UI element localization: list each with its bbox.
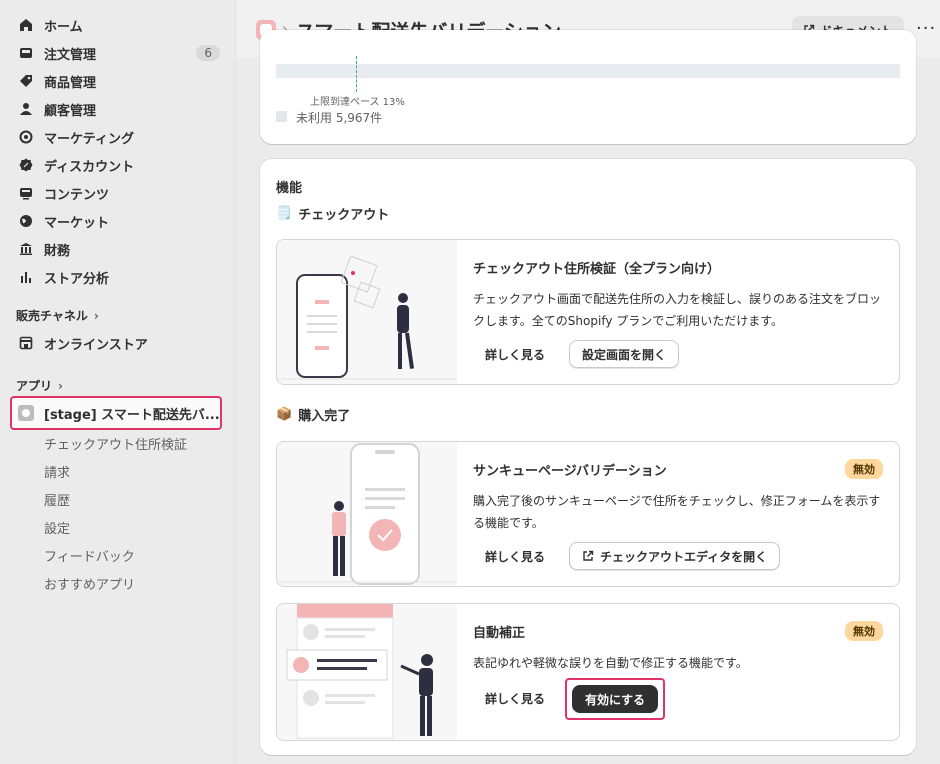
section-label: アプリ — [16, 379, 53, 393]
nav-finance[interactable]: 財務 — [0, 235, 236, 263]
tag-icon — [18, 73, 34, 89]
person-icon — [18, 101, 34, 117]
more-actions-button[interactable]: ··· — [916, 18, 936, 39]
group-title-purchase-complete: 📦 購入完了 — [276, 405, 350, 424]
group-label: 購入完了 — [298, 409, 351, 424]
nav-marketing[interactable]: マーケティング — [0, 123, 236, 151]
feature-title: 自動補正 — [473, 626, 526, 641]
app-label: [stage] スマート配送先バ... — [44, 407, 220, 423]
nav-label: オンラインストア — [44, 337, 148, 353]
learn-more-button[interactable]: 詳しく見る — [485, 548, 545, 565]
nav-label: ストア分析 — [44, 271, 110, 287]
feature-title: サンキューページバリデーション — [473, 464, 667, 479]
nav-label: ディスカウント — [44, 159, 135, 175]
status-badge: 無効 — [845, 621, 883, 641]
nav-online-store[interactable]: オンラインストア — [0, 329, 236, 357]
usage-bar — [276, 64, 900, 78]
package-icon: 📦 — [276, 407, 293, 422]
nav-analytics[interactable]: ストア分析 — [0, 263, 236, 291]
app-sub-history[interactable]: 履歴 — [44, 490, 70, 509]
group-label: チェックアウト — [298, 208, 390, 223]
enable-button[interactable]: 有効にする — [572, 685, 658, 713]
feature-checkout-validation: チェックアウト住所検証（全プラン向け） チェックアウト画面で配送先住所の入力を検… — [276, 239, 900, 385]
nav-label: ホーム — [44, 19, 83, 35]
nav-label: 財務 — [44, 243, 71, 259]
chevron-right-icon: › — [93, 308, 99, 323]
external-link-icon — [583, 550, 594, 561]
feature-description: 表記ゆれや軽微な誤りを自動で修正する機能です。 — [473, 656, 748, 670]
feature-description: チェックアウト画面で配送先住所の入力を検証し、誤りのある注文をブロックします。全… — [473, 292, 882, 328]
group-title-checkout: 🗒️ チェックアウト — [276, 204, 389, 223]
pace-marker — [356, 56, 357, 92]
feature-auto-correct: 自動補正 無効 表記ゆれや軽微な誤りを自動で修正する機能です。 詳しく見る 有効… — [276, 603, 900, 741]
notepad-icon: 🗒️ — [276, 206, 293, 221]
section-label: 販売チャネル — [16, 309, 88, 323]
apps-heading[interactable]: アプリ › — [16, 377, 63, 394]
nav-home[interactable]: ホーム — [0, 11, 236, 39]
home-icon — [18, 17, 34, 33]
sales-channels-heading[interactable]: 販売チャネル › — [16, 307, 99, 324]
orders-count-badge: 6 — [196, 45, 220, 61]
app-sub-settings[interactable]: 設定 — [44, 518, 70, 537]
nav-customers[interactable]: 顧客管理 — [0, 95, 236, 123]
pace-label: 上限到達ペース 13% — [310, 97, 405, 108]
nav-label: マーケティング — [44, 131, 134, 147]
chevron-right-icon: › — [58, 378, 63, 393]
app-sub-billing[interactable]: 請求 — [44, 462, 70, 481]
nav-label: 注文管理 — [44, 47, 97, 63]
features-card: 機能 🗒️ チェックアウト チェックアウト住所検証（全プラン向け） チェックアウ… — [260, 159, 916, 755]
auto-correct-illustration — [277, 604, 457, 740]
discount-icon — [18, 157, 34, 173]
nav-label: マーケット — [44, 215, 110, 231]
features-title: 機能 — [276, 181, 303, 196]
nav-label: コンテンツ — [44, 187, 110, 203]
app-logo-icon — [18, 405, 34, 421]
phone-illustration — [277, 240, 457, 384]
open-settings-button[interactable]: 設定画面を開く — [569, 340, 680, 368]
status-badge: 無効 — [845, 459, 883, 479]
nav-content[interactable]: コンテンツ — [0, 179, 236, 207]
nav-label: 商品管理 — [44, 75, 97, 91]
sidebar: ホーム 注文管理 6 商品管理 顧客管理 マーケティング ディスカウント コンテ… — [0, 0, 236, 764]
usage-card: 上限到達ペース 13% 未利用 5,967件 — [260, 30, 916, 144]
learn-more-button[interactable]: 詳しく見る — [485, 346, 545, 363]
target-icon — [18, 129, 34, 145]
globe-icon — [18, 213, 34, 229]
bank-icon — [18, 241, 34, 257]
unused-legend: 未利用 5,967件 — [296, 111, 383, 125]
nav-discounts[interactable]: ディスカウント — [0, 151, 236, 179]
nav-orders[interactable]: 注文管理 6 — [0, 39, 236, 67]
feature-thank-you-validation: サンキューページバリデーション 無効 購入完了後のサンキューページで住所をチェッ… — [276, 441, 900, 587]
feature-title: チェックアウト住所検証（全プラン向け） — [473, 262, 721, 277]
feature-description: 購入完了後のサンキューページで住所をチェックし、修正フォームを表示する機能です。 — [473, 494, 881, 530]
nav-label: 顧客管理 — [44, 103, 97, 119]
button-label: チェックアウトエディタを開く — [600, 549, 768, 564]
bar-chart-icon — [18, 269, 34, 285]
app-sub-feedback[interactable]: フィードバック — [44, 546, 135, 565]
app-sub-recommended[interactable]: おすすめアプリ — [44, 574, 135, 593]
inbox-icon — [18, 45, 34, 61]
app-sub-checkout-validation[interactable]: チェックアウト住所検証 — [44, 434, 187, 453]
legend-swatch — [276, 111, 287, 122]
store-icon — [18, 335, 34, 351]
current-app-item[interactable]: [stage] スマート配送先バ... — [10, 396, 222, 430]
nav-products[interactable]: 商品管理 — [0, 67, 236, 95]
content-icon — [18, 185, 34, 201]
nav-markets[interactable]: マーケット — [0, 207, 236, 235]
open-checkout-editor-button[interactable]: チェックアウトエディタを開く — [569, 542, 781, 570]
thank-you-illustration — [277, 442, 457, 586]
learn-more-button[interactable]: 詳しく見る — [485, 690, 545, 707]
